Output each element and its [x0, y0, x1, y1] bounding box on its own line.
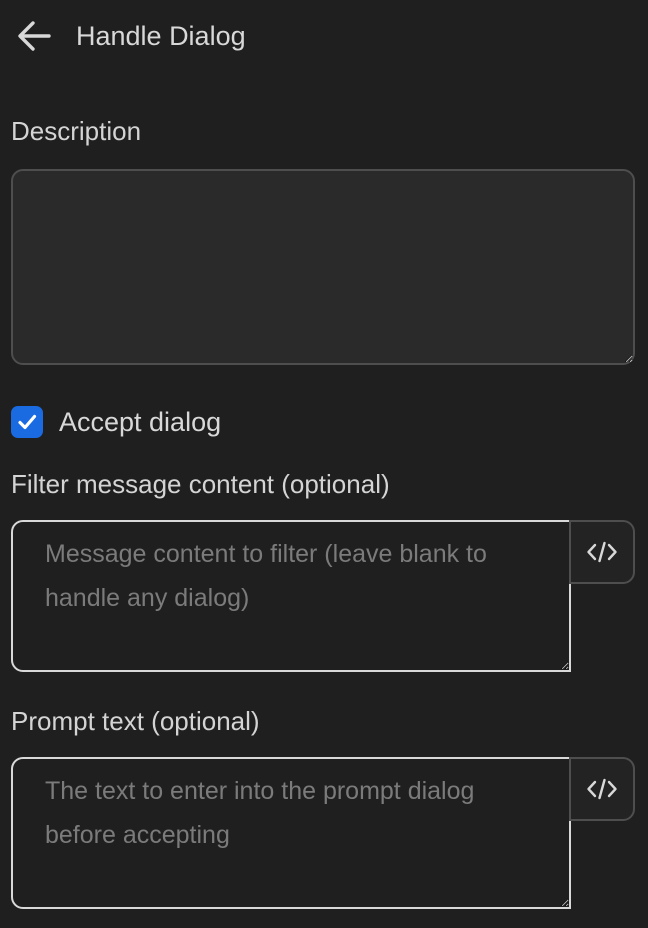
accept-dialog-checkbox[interactable] — [11, 406, 43, 438]
accept-dialog-checkbox-row[interactable]: Accept dialog — [11, 404, 221, 440]
filter-message-code-button[interactable] — [569, 520, 635, 584]
header: Handle Dialog — [0, 0, 648, 74]
prompt-text-code-button[interactable] — [569, 757, 635, 821]
accept-dialog-label: Accept dialog — [59, 407, 222, 437]
code-icon — [587, 541, 617, 563]
description-label: Description — [11, 116, 142, 146]
arrow-left-icon — [18, 21, 51, 51]
filter-message-label: Filter message content (optional) — [11, 469, 390, 499]
checkmark-icon — [18, 414, 37, 430]
page-title: Handle Dialog — [76, 21, 246, 51]
code-icon — [587, 778, 617, 800]
back-button[interactable] — [12, 14, 56, 58]
description-input[interactable] — [11, 169, 635, 365]
prompt-text-label: Prompt text (optional) — [11, 706, 260, 736]
prompt-text-input[interactable] — [11, 757, 571, 909]
filter-message-input[interactable] — [11, 520, 571, 672]
